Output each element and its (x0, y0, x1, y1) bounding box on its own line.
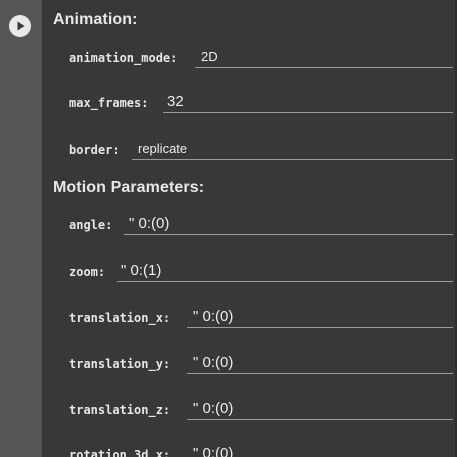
rotation-3d-x-label: rotation_3d_x: (69, 448, 171, 457)
zoom-input[interactable]: " 0:(1) (117, 262, 453, 282)
cell-gutter (0, 0, 42, 457)
section-heading-animation: Animation: (53, 11, 138, 28)
animation-mode-select[interactable]: 2D (195, 48, 453, 68)
border-label: border: (69, 143, 120, 157)
translation-x-input[interactable]: " 0:(0) (187, 308, 453, 328)
max-frames-input[interactable]: 32 (163, 93, 453, 113)
notebook-cell: Animation: animation_mode: 2D max_frames… (0, 0, 457, 457)
border-select[interactable]: replicate (132, 140, 453, 160)
translation-x-label: translation_x: (69, 311, 171, 325)
translation-x-value: " 0:(0) (193, 308, 234, 325)
translation-z-value: " 0:(0) (193, 400, 234, 417)
run-cell-button[interactable] (9, 15, 31, 37)
translation-y-value: " 0:(0) (193, 354, 234, 371)
max-frames-label: max_frames: (69, 96, 149, 110)
translation-z-label: translation_z: (69, 403, 171, 417)
max-frames-value: 32 (167, 93, 184, 110)
translation-y-label: translation_y: (69, 357, 171, 371)
translation-y-input[interactable]: " 0:(0) (187, 354, 453, 374)
section-heading-motion-parameters: Motion Parameters: (53, 179, 205, 196)
rotation-3d-x-input[interactable]: " 0:(0) (187, 445, 453, 457)
border-value: replicate (138, 141, 188, 156)
angle-value: " 0:(0) (129, 215, 170, 232)
angle-label: angle: (69, 218, 113, 232)
play-icon (17, 21, 25, 31)
animation-mode-value: 2D (201, 49, 218, 64)
zoom-label: zoom: (69, 265, 106, 279)
rotation-3d-x-value: " 0:(0) (193, 445, 234, 457)
angle-input[interactable]: " 0:(0) (124, 215, 453, 235)
translation-z-input[interactable]: " 0:(0) (187, 400, 453, 420)
animation-mode-label: animation_mode: (69, 51, 178, 65)
zoom-value: " 0:(1) (121, 262, 162, 279)
